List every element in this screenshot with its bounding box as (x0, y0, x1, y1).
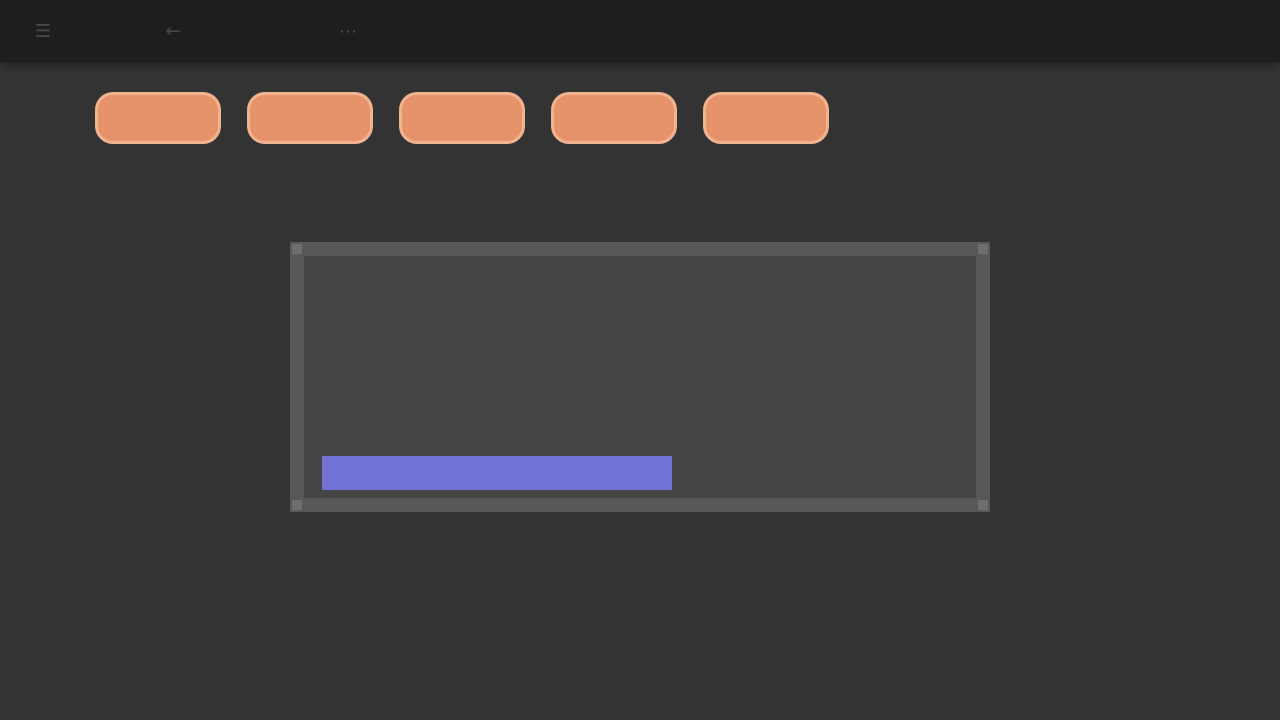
panel-link[interactable] (322, 456, 672, 490)
top-toolbar: ☰ ← ⋯ (0, 0, 1280, 62)
back-arrow-icon[interactable]: ← (160, 18, 186, 44)
chip-2[interactable] (247, 92, 373, 144)
chip-1[interactable] (95, 92, 221, 144)
panel-corner-bottom-left (292, 500, 302, 510)
menu-icon[interactable]: ☰ (30, 18, 56, 44)
chip-4[interactable] (551, 92, 677, 144)
content-panel (290, 242, 990, 512)
chip-row (95, 92, 829, 144)
panel-corner-bottom-right (978, 500, 988, 510)
more-icon[interactable]: ⋯ (335, 18, 361, 44)
chip-3[interactable] (399, 92, 525, 144)
panel-corner-top-right (978, 244, 988, 254)
chip-5[interactable] (703, 92, 829, 144)
panel-corner-top-left (292, 244, 302, 254)
